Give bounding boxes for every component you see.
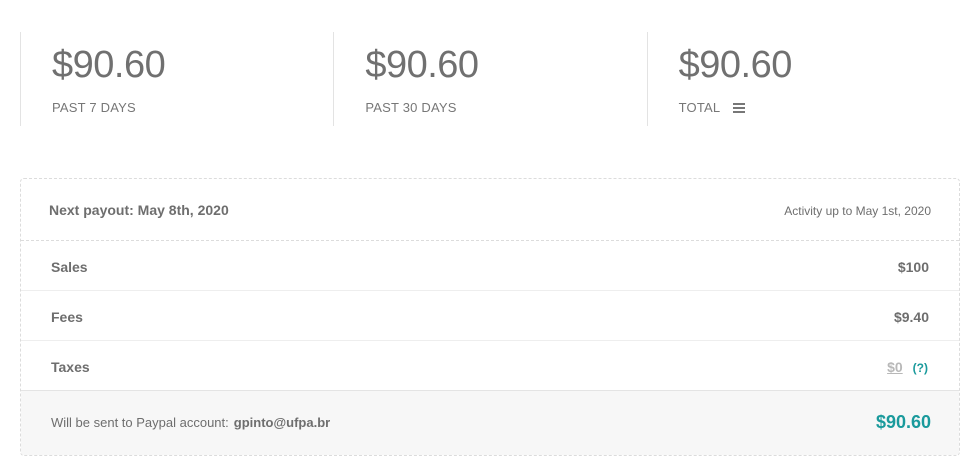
- row-value: $9.40: [893, 309, 929, 325]
- paypal-destination: Will be sent to Paypal account: gpinto@uf…: [51, 415, 330, 430]
- payout-card: Next payout: May 8th, 2020 Activity up t…: [20, 178, 960, 456]
- stat-label-text: PAST 7 DAYS: [52, 100, 136, 115]
- taxes-link[interactable]: $0: [887, 359, 903, 375]
- stat-past-7-days: $90.60 PAST 7 DAYS: [20, 32, 333, 126]
- stat-label: PAST 30 DAYS: [365, 100, 456, 115]
- stat-label-text: PAST 30 DAYS: [365, 100, 457, 115]
- menu-icon[interactable]: [733, 102, 746, 113]
- stat-past-30-days: $90.60 PAST 30 DAYS: [333, 32, 646, 126]
- stat-total: $90.60 TOTAL: [646, 32, 960, 126]
- payout-header: Next payout: May 8th, 2020 Activity up t…: [21, 179, 959, 241]
- stats-summary: $90.60 PAST 7 DAYS $90.60 PAST 30 DAYS $…: [20, 32, 960, 126]
- stat-amount: $90.60: [365, 44, 479, 86]
- taxes-help-link[interactable]: (?): [913, 361, 928, 375]
- payout-row-taxes: Taxes $0 (?): [21, 341, 959, 391]
- stat-amount: $90.60: [52, 44, 166, 86]
- payout-total: $90.60: [875, 412, 931, 432]
- payout-row-sales: Sales $100: [21, 241, 959, 291]
- stat-amount: $90.60: [678, 44, 793, 86]
- stat-label: TOTAL: [679, 100, 746, 115]
- taxes-value-group: $0 (?): [887, 359, 928, 375]
- paypal-email: gpinto@ufpa.br: [233, 415, 331, 430]
- sent-label: Will be sent to Paypal account:: [51, 415, 229, 430]
- row-label: Fees: [51, 309, 83, 325]
- activity-date: Activity up to May 1st, 2020: [784, 204, 931, 218]
- payout-row-fees: Fees $9.40: [21, 291, 959, 341]
- row-label: Taxes: [51, 359, 90, 375]
- payout-footer: Will be sent to Paypal account: gpinto@uf…: [21, 391, 959, 455]
- row-label: Sales: [51, 259, 88, 275]
- stat-label-text: TOTAL: [678, 100, 721, 115]
- next-payout-title: Next payout: May 8th, 2020: [49, 202, 229, 218]
- row-value: $100: [897, 259, 929, 275]
- stat-label: PAST 7 DAYS: [52, 100, 136, 115]
